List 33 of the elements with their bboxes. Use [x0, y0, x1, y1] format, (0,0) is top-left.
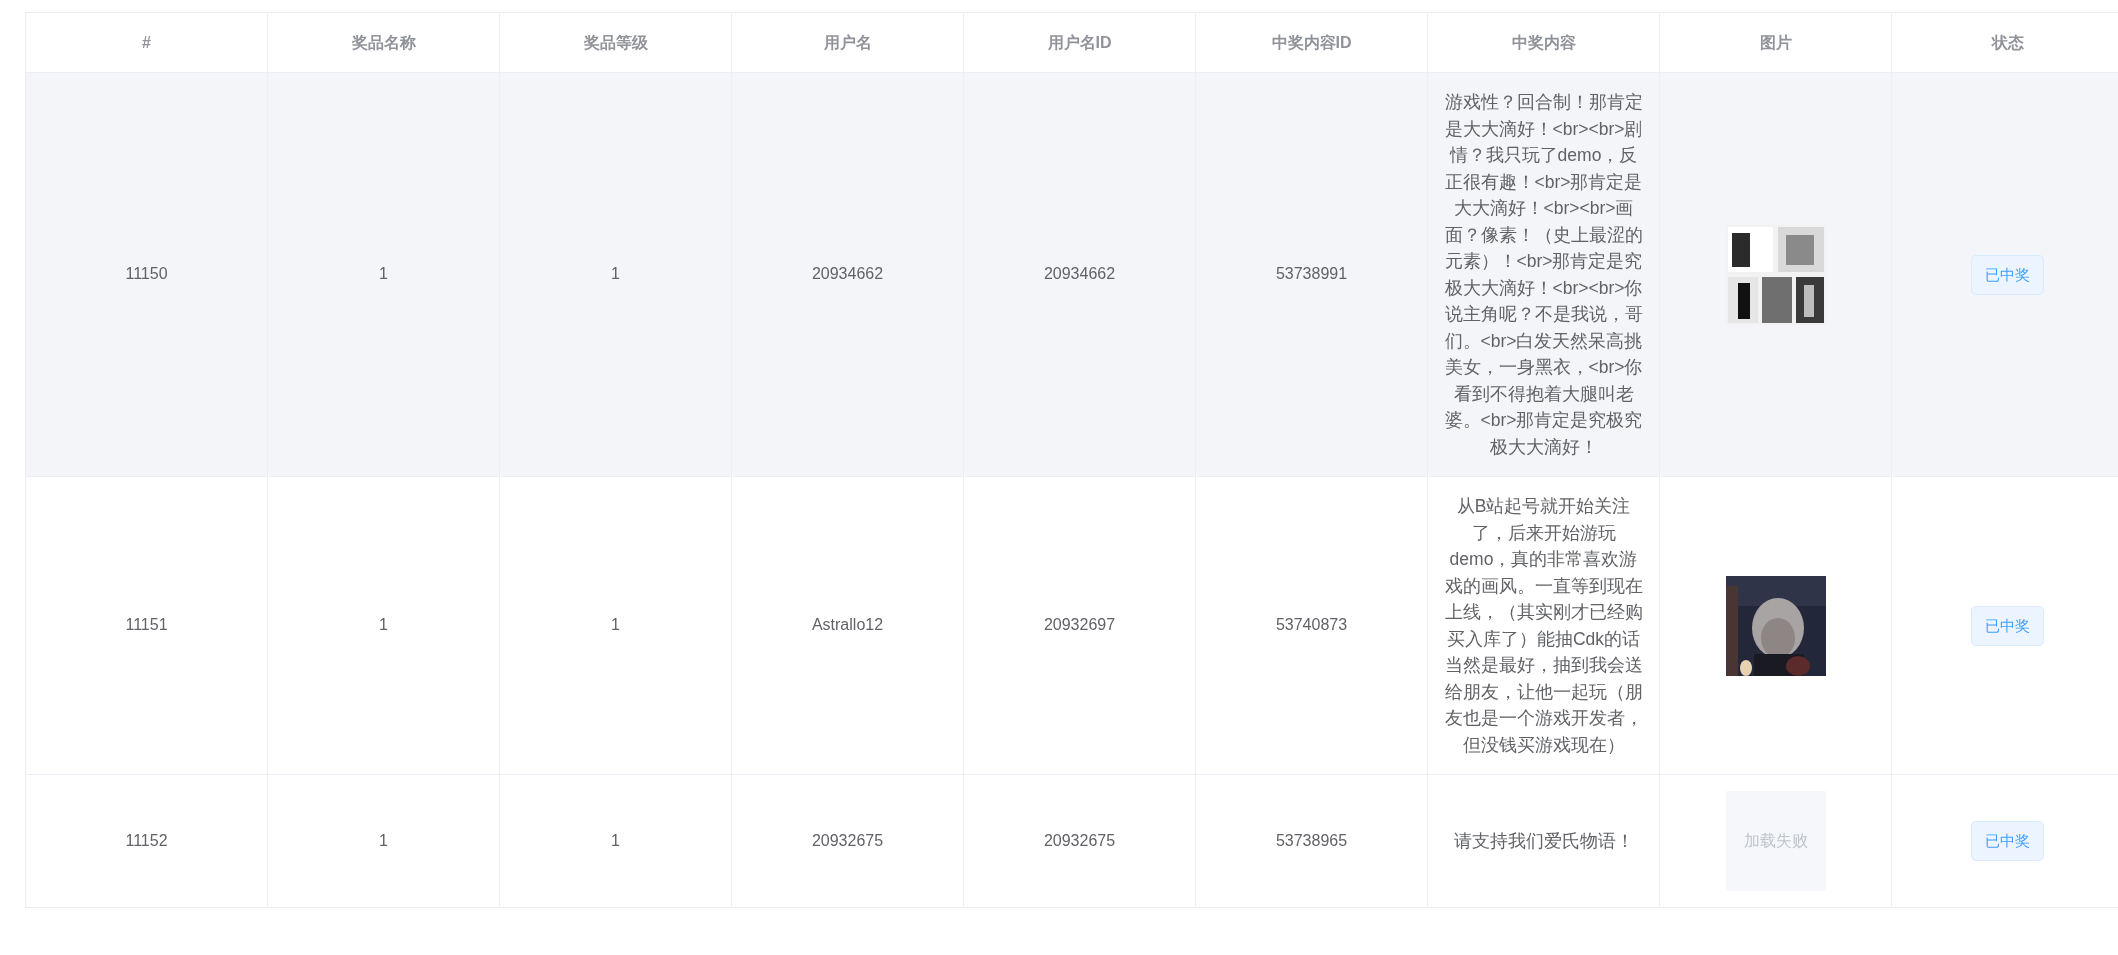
- column-header: #: [142, 33, 151, 51]
- table-cell: 1: [611, 616, 620, 634]
- table-cell: 1: [379, 265, 388, 283]
- table-cell: 1: [379, 616, 388, 634]
- status-tag: 已中奖: [1971, 605, 2044, 646]
- table-cell: 20932675: [1043, 831, 1116, 849]
- status-tag: 已中奖: [1971, 821, 2044, 861]
- table-cell: 从B站起号就开始关注了，后来开始游玩demo，真的非常喜欢游戏的画风。一直等到现在上线，（其实刚才已经购买入库了）能抽Cdk的话当然是最好，抽到我会送给朋友，让他一起玩（朋友也是一个游戏开发者，但没钱买游戏现在）: [1444, 496, 1643, 755]
- table-cell: 请支持我们爱氏物语！: [1453, 830, 1634, 851]
- table-cell: 53738991: [1275, 265, 1348, 283]
- column-header: 中奖内容: [1511, 33, 1576, 51]
- status-tag: 已中奖: [1971, 254, 2044, 295]
- column-header: 用户名ID: [1047, 33, 1112, 51]
- table-cell: 20932697: [1043, 616, 1116, 634]
- table-cell: 1: [379, 831, 388, 849]
- table-cell: Astrallo12: [811, 616, 884, 634]
- table-cell: 20934662: [1043, 265, 1116, 283]
- column-header: 状态: [1991, 33, 2024, 51]
- column-header: 图片: [1759, 33, 1792, 51]
- table-cell: 游戏性？回合制！那肯定是大大滴好！<br><br>剧情？我只玩了demo，反正很有趣！<br>那肯定是大大滴好！<br><br>画面？像素！（史上最涩的元素）！<br>那肯定是究极大大滴好！<br><br>你说主角呢？不是我说，哥们。<br>白发天然呆高挑美女，一身黑衣，<br>你看到不得抱着大腿叫老婆。<br>那肯定是究极究极大大滴好！: [1444, 92, 1643, 457]
- table-cell: 1: [611, 831, 620, 849]
- table-cell: 11152: [125, 831, 168, 849]
- column-header: 奖品等级: [583, 33, 648, 51]
- column-header: 奖品名称: [351, 33, 416, 51]
- table-cell: 53740873: [1275, 616, 1348, 634]
- table-cell: 20934662: [811, 265, 884, 283]
- table-cell: 1: [611, 265, 620, 283]
- table-cell: 11150: [125, 265, 168, 283]
- column-header: 用户名: [823, 33, 872, 51]
- table-cell: 11151: [125, 616, 168, 634]
- table-cell: 53738965: [1275, 831, 1348, 849]
- table-cell: 20932675: [811, 831, 884, 849]
- column-header: 中奖内容ID: [1271, 33, 1352, 51]
